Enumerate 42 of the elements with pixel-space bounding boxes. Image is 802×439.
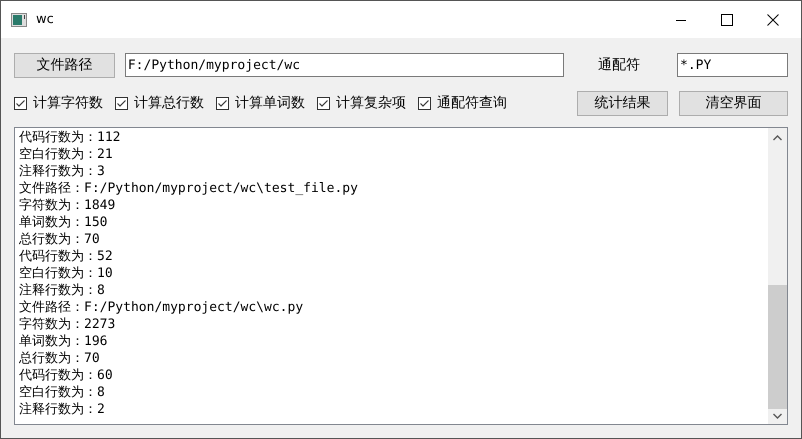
output-line: 总行数为：70 bbox=[19, 350, 101, 367]
clear-button[interactable]: 清空界面 bbox=[679, 90, 788, 116]
output-area[interactable] bbox=[14, 127, 788, 425]
output-line: 注释行数为：8 bbox=[19, 282, 106, 299]
output-line: 字符数为：1849 bbox=[19, 197, 116, 214]
output-line: 注释行数为：2 bbox=[19, 401, 106, 418]
checkbox[interactable] bbox=[115, 96, 128, 110]
path-field[interactable]: F:/Python/myproject/wc bbox=[124, 53, 564, 77]
scroll-up-icon[interactable] bbox=[773, 135, 782, 141]
checkbox-label[interactable]: 计算总行数 bbox=[134, 94, 204, 112]
wildcard-label: 通配符 bbox=[598, 56, 642, 74]
output-line: 单词数为：150 bbox=[19, 214, 108, 231]
checkbox-label[interactable]: 计算字符数 bbox=[33, 94, 103, 112]
close-icon[interactable] bbox=[767, 14, 779, 26]
output-line: 单词数为：196 bbox=[19, 333, 108, 350]
output-line: 空白行数为：21 bbox=[19, 146, 114, 163]
window-title: wc bbox=[36, 12, 54, 27]
output-line: 空白行数为：8 bbox=[19, 384, 106, 401]
app-icon bbox=[11, 12, 27, 26]
checkbox[interactable] bbox=[14, 96, 27, 110]
scrollbar[interactable] bbox=[768, 128, 787, 424]
checkbox-label[interactable]: 计算单词数 bbox=[235, 94, 305, 112]
checkbox-label[interactable]: 计算复杂项 bbox=[336, 94, 406, 112]
scrollbar-thumb[interactable] bbox=[768, 285, 787, 409]
output-line: 代码行数为：60 bbox=[19, 367, 114, 384]
output-line: 文件路径：F:/Python/myproject/wc\wc.py bbox=[19, 299, 304, 316]
file-path-button[interactable]: 文件路径 bbox=[14, 52, 115, 78]
maximize-icon[interactable] bbox=[721, 14, 733, 26]
checkbox-label[interactable]: 通配符查询 bbox=[437, 94, 507, 112]
output-line: 代码行数为：112 bbox=[19, 129, 122, 146]
output-line: 文件路径：F:/Python/myproject/wc\test_file.py bbox=[19, 180, 359, 197]
checkbox[interactable] bbox=[317, 96, 330, 110]
output-line: 空白行数为：10 bbox=[19, 265, 114, 282]
scroll-down-icon[interactable] bbox=[773, 413, 782, 419]
output-line: 字符数为：2273 bbox=[19, 316, 116, 333]
output-line: 注释行数为：3 bbox=[19, 163, 106, 180]
output-line: 代码行数为：52 bbox=[19, 248, 114, 265]
statistics-button[interactable]: 统计结果 bbox=[577, 90, 668, 116]
output-line: 总行数为：70 bbox=[19, 231, 101, 248]
checkbox[interactable] bbox=[216, 96, 229, 110]
wildcard-field[interactable]: *.PY bbox=[677, 53, 788, 77]
checkbox[interactable] bbox=[418, 96, 431, 110]
